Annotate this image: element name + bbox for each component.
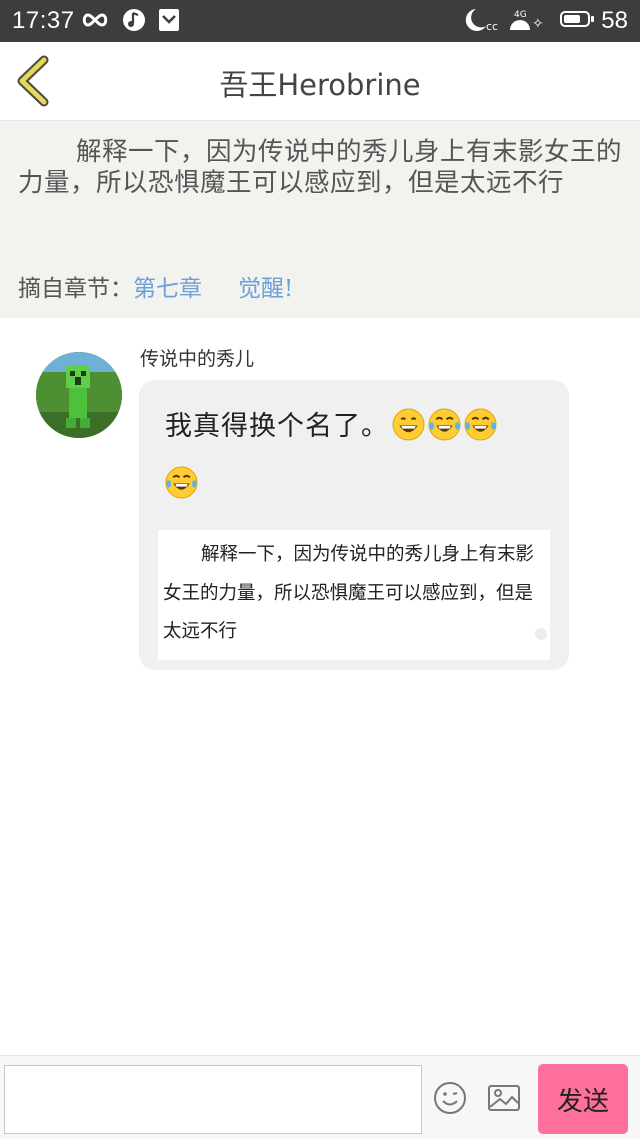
grinning-emoji xyxy=(392,408,425,441)
excerpt-panel: 解释一下，因为传说中的秀儿身上有末影女王的力量，所以恐惧魔王可以感应到，但是太远… xyxy=(0,121,640,318)
music-icon xyxy=(121,6,147,41)
moon-icon: cc xyxy=(462,6,504,41)
source-label: 摘自章节： xyxy=(18,276,133,302)
quote-dot xyxy=(535,628,547,640)
header: 吾王Herobrine xyxy=(0,42,640,121)
comment-text: 我真得换个名了。 xyxy=(165,411,389,442)
image-icon[interactable] xyxy=(486,1080,522,1116)
chapter-title-link[interactable]: 觉醒! xyxy=(238,276,293,302)
download-icon xyxy=(157,6,181,41)
emoji-icon[interactable] xyxy=(432,1080,468,1116)
status-bar: 17:37 cc 4G ✧ 58 xyxy=(0,0,640,42)
input-bar: 发送 xyxy=(0,1055,640,1139)
battery-tip xyxy=(591,16,594,22)
chapter-link[interactable]: 第七章 xyxy=(133,276,202,302)
tears-of-joy-emoji xyxy=(464,408,497,441)
quote-image[interactable]: 解释一下，因为传说中的秀儿身上有末影女王的力量，所以恐惧魔王可以感应到，但是太远… xyxy=(158,530,550,660)
battery-level: 58 xyxy=(601,7,628,34)
svg-text:cc: cc xyxy=(486,20,498,33)
comment-text-wrapper: 我真得换个名了。 xyxy=(165,398,555,514)
avatar[interactable] xyxy=(36,352,122,438)
status-time: 17:37 xyxy=(12,7,75,34)
excerpt-text: 解释一下，因为传说中的秀儿身上有末影女王的力量，所以恐惧魔王可以感应到，但是太远… xyxy=(18,137,623,198)
signal-4g-icon: 4G ✧ xyxy=(508,6,548,41)
comment-bubble: 我真得换个名了。 解释一下，因为传说中的秀儿身上有末影女王的力量，所以恐惧魔王可… xyxy=(139,380,569,670)
infinity-icon xyxy=(80,6,110,41)
excerpt-source: 摘自章节：第七章 觉醒! xyxy=(18,269,293,303)
page-title: 吾王Herobrine xyxy=(219,68,421,102)
svg-text:✧: ✧ xyxy=(532,16,544,32)
quote-image-text: 解释一下，因为传说中的秀儿身上有末影女王的力量，所以恐惧魔王可以感应到，但是太远… xyxy=(163,544,535,642)
comment-input[interactable] xyxy=(4,1065,422,1134)
battery-icon xyxy=(560,11,590,27)
tears-of-joy-emoji xyxy=(428,408,461,441)
send-button[interactable]: 发送 xyxy=(538,1064,628,1134)
tears-of-joy-emoji xyxy=(165,466,198,499)
svg-text:4G: 4G xyxy=(514,10,527,20)
comment-username[interactable]: 传说中的秀儿 xyxy=(140,344,254,371)
